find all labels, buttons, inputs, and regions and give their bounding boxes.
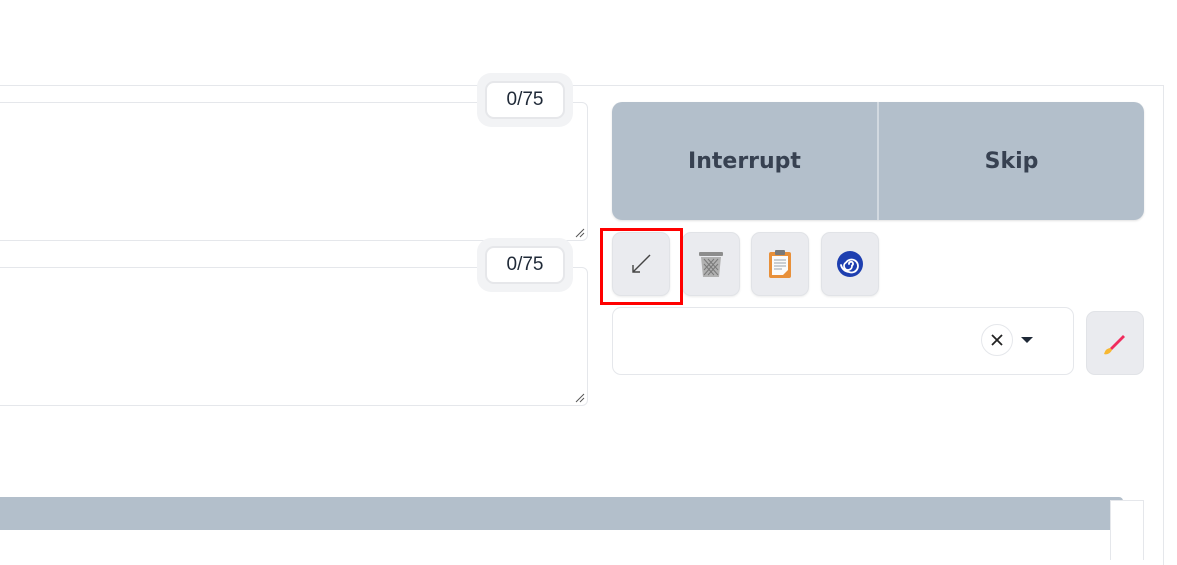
read-generation-params-button[interactable] [612, 232, 670, 296]
edit-styles-button[interactable] [1086, 311, 1144, 375]
trash-icon [699, 252, 723, 277]
prompt-token-counter: 0/75 [477, 73, 573, 127]
resize-handle-icon[interactable] [575, 228, 585, 238]
skip-button[interactable]: Skip [877, 102, 1144, 220]
negative-prompt-token-count: 0/75 [485, 246, 565, 284]
interrupt-button[interactable]: Interrupt [612, 102, 877, 220]
spiral-icon [837, 251, 863, 277]
prompt-token-count: 0/75 [485, 81, 565, 119]
show-extra-networks-button[interactable] [821, 232, 879, 296]
gallery-frame-edge [1110, 500, 1144, 560]
arrow-down-left-icon [632, 254, 651, 273]
clear-prompt-button[interactable] [682, 232, 740, 296]
clipboard-icon [769, 250, 791, 278]
apply-styles-button[interactable] [751, 232, 809, 296]
styles-dropdown[interactable] [612, 307, 1074, 375]
negative-prompt-token-counter: 0/75 [477, 238, 573, 292]
clear-selection-button[interactable] [981, 324, 1013, 356]
close-icon [991, 334, 1003, 346]
chevron-down-icon[interactable] [1021, 337, 1033, 343]
generate-button-group: Interrupt Skip [612, 102, 1144, 220]
resize-handle-icon[interactable] [575, 393, 585, 403]
progress-bar [0, 497, 1123, 530]
paintbrush-icon [1104, 335, 1125, 355]
